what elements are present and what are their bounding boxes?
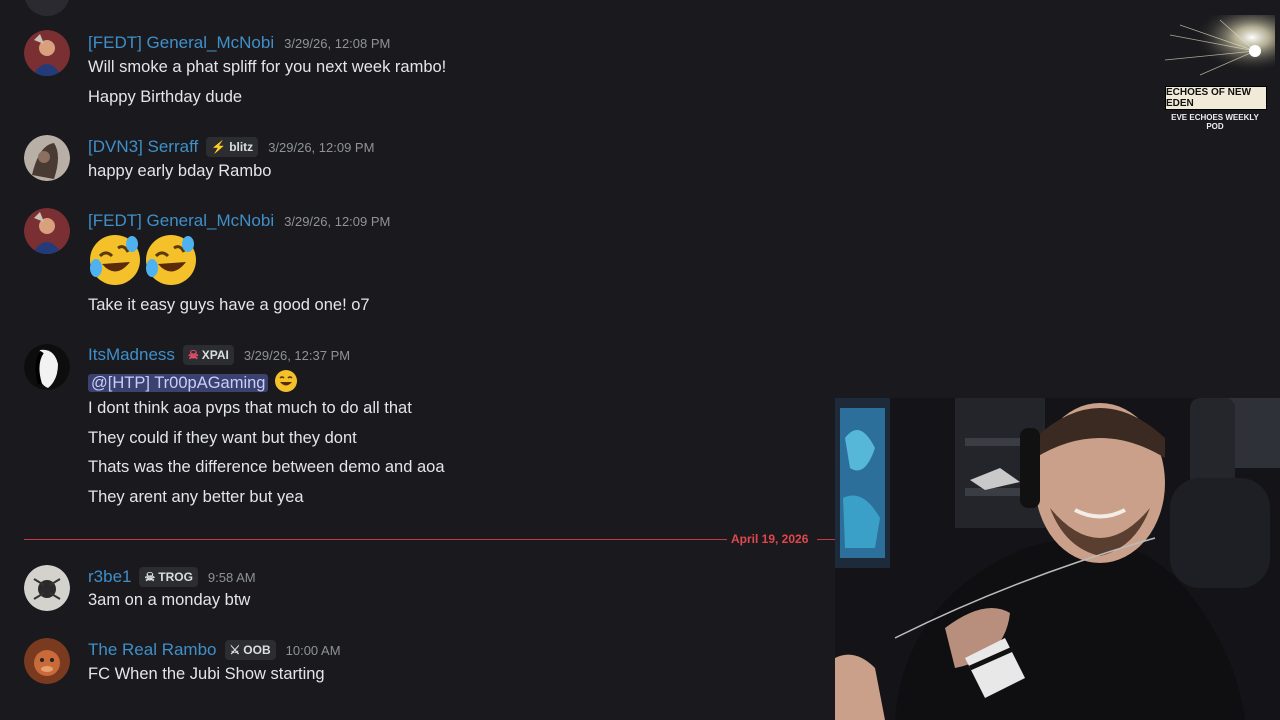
username[interactable]: The Real Rambo (88, 640, 217, 660)
timestamp[interactable]: 3/29/26, 12:09 PM (268, 140, 374, 155)
user-mention[interactable]: @[HTP] Tr00pAGaming (88, 373, 269, 392)
clan-tag[interactable]: ☠ XPAI (182, 345, 234, 365)
emoji-row (88, 232, 200, 293)
tag-label: blitz (229, 140, 254, 154)
skull-icon: ☠ (187, 348, 199, 362)
message-line: @[HTP] Tr00pAGaming (88, 369, 299, 398)
message-text: Thats was the difference between demo an… (88, 458, 445, 476)
tag-label: TROG (158, 570, 193, 584)
message-text: They arent any better but yea (88, 488, 304, 506)
date-divider-line (817, 539, 835, 540)
avatar[interactable] (24, 135, 70, 181)
message-header: ItsMadness ☠ XPAI 3/29/26, 12:37 PM (88, 344, 350, 366)
avatar[interactable] (24, 0, 70, 16)
timestamp[interactable]: 3/29/26, 12:37 PM (244, 348, 350, 363)
avatar[interactable] (24, 638, 70, 684)
streamer-video-image (835, 398, 1280, 720)
message-text: FC When the Jubi Show starting (88, 665, 325, 683)
crossed-swords-icon: ⚔ (229, 643, 241, 657)
timestamp[interactable]: 3/29/26, 12:08 PM (284, 36, 390, 51)
message-text: They could if they want but they dont (88, 429, 357, 447)
tag-label: OOB (243, 643, 271, 657)
message-header: [FEDT] General_McNobi 3/29/26, 12:08 PM (88, 32, 390, 54)
username[interactable]: [DVN3] Serraff (88, 137, 198, 157)
webcam-feed (835, 398, 1280, 720)
timestamp[interactable]: 9:58 AM (208, 570, 256, 585)
avatar[interactable] (24, 208, 70, 254)
date-divider-line (24, 539, 727, 540)
message-header: [DVN3] Serraff ⚡ blitz 3/29/26, 12:09 PM (88, 136, 374, 158)
message-text: Happy Birthday dude (88, 88, 243, 106)
chat-message-list[interactable]: [FEDT] General_McNobi 3/29/26, 12:08 PM … (0, 0, 835, 720)
podcast-subtitle: EVE ECHOES WEEKLY POD (1171, 113, 1259, 131)
message-text: Take it easy guys have a good one! o7 (88, 296, 370, 314)
message-header: The Real Rambo ⚔ OOB 10:00 AM (88, 639, 341, 661)
message-header: [FEDT] General_McNobi 3/29/26, 12:09 PM (88, 210, 390, 232)
message-text: I dont think aoa pvps that much to do al… (88, 399, 412, 417)
message-text: Will smoke a phat spliff for you next we… (88, 58, 447, 76)
username[interactable]: ItsMadness (88, 345, 175, 365)
avatar[interactable] (24, 30, 70, 76)
clan-tag[interactable]: ☠ TROG (139, 567, 198, 587)
message-header: r3be1 ☠ TROG 9:58 AM (88, 566, 256, 588)
avatar[interactable] (24, 565, 70, 611)
skull-icon: ☠ (144, 570, 156, 584)
message-text: 3am on a monday btw (88, 591, 251, 609)
rolling-laughing-emoji-icon (90, 235, 196, 285)
username[interactable]: [FEDT] General_McNobi (88, 33, 274, 53)
grinning-face-icon (273, 369, 299, 398)
username[interactable]: [FEDT] General_McNobi (88, 211, 274, 231)
podcast-title: ECHOES OF NEW EDEN (1165, 86, 1267, 110)
timestamp[interactable]: 10:00 AM (286, 643, 341, 658)
partial-message (88, 0, 318, 6)
username[interactable]: r3be1 (88, 567, 131, 587)
date-divider-label: April 19, 2026 (731, 532, 809, 546)
avatar[interactable] (24, 344, 70, 390)
timestamp[interactable]: 3/29/26, 12:09 PM (284, 214, 390, 229)
tag-label: XPAI (201, 348, 229, 362)
clan-tag[interactable]: ⚔ OOB (224, 640, 276, 660)
clan-tag[interactable]: ⚡ blitz (206, 137, 259, 157)
message-text: happy early bday Rambo (88, 162, 272, 180)
lightning-icon: ⚡ (211, 140, 227, 154)
